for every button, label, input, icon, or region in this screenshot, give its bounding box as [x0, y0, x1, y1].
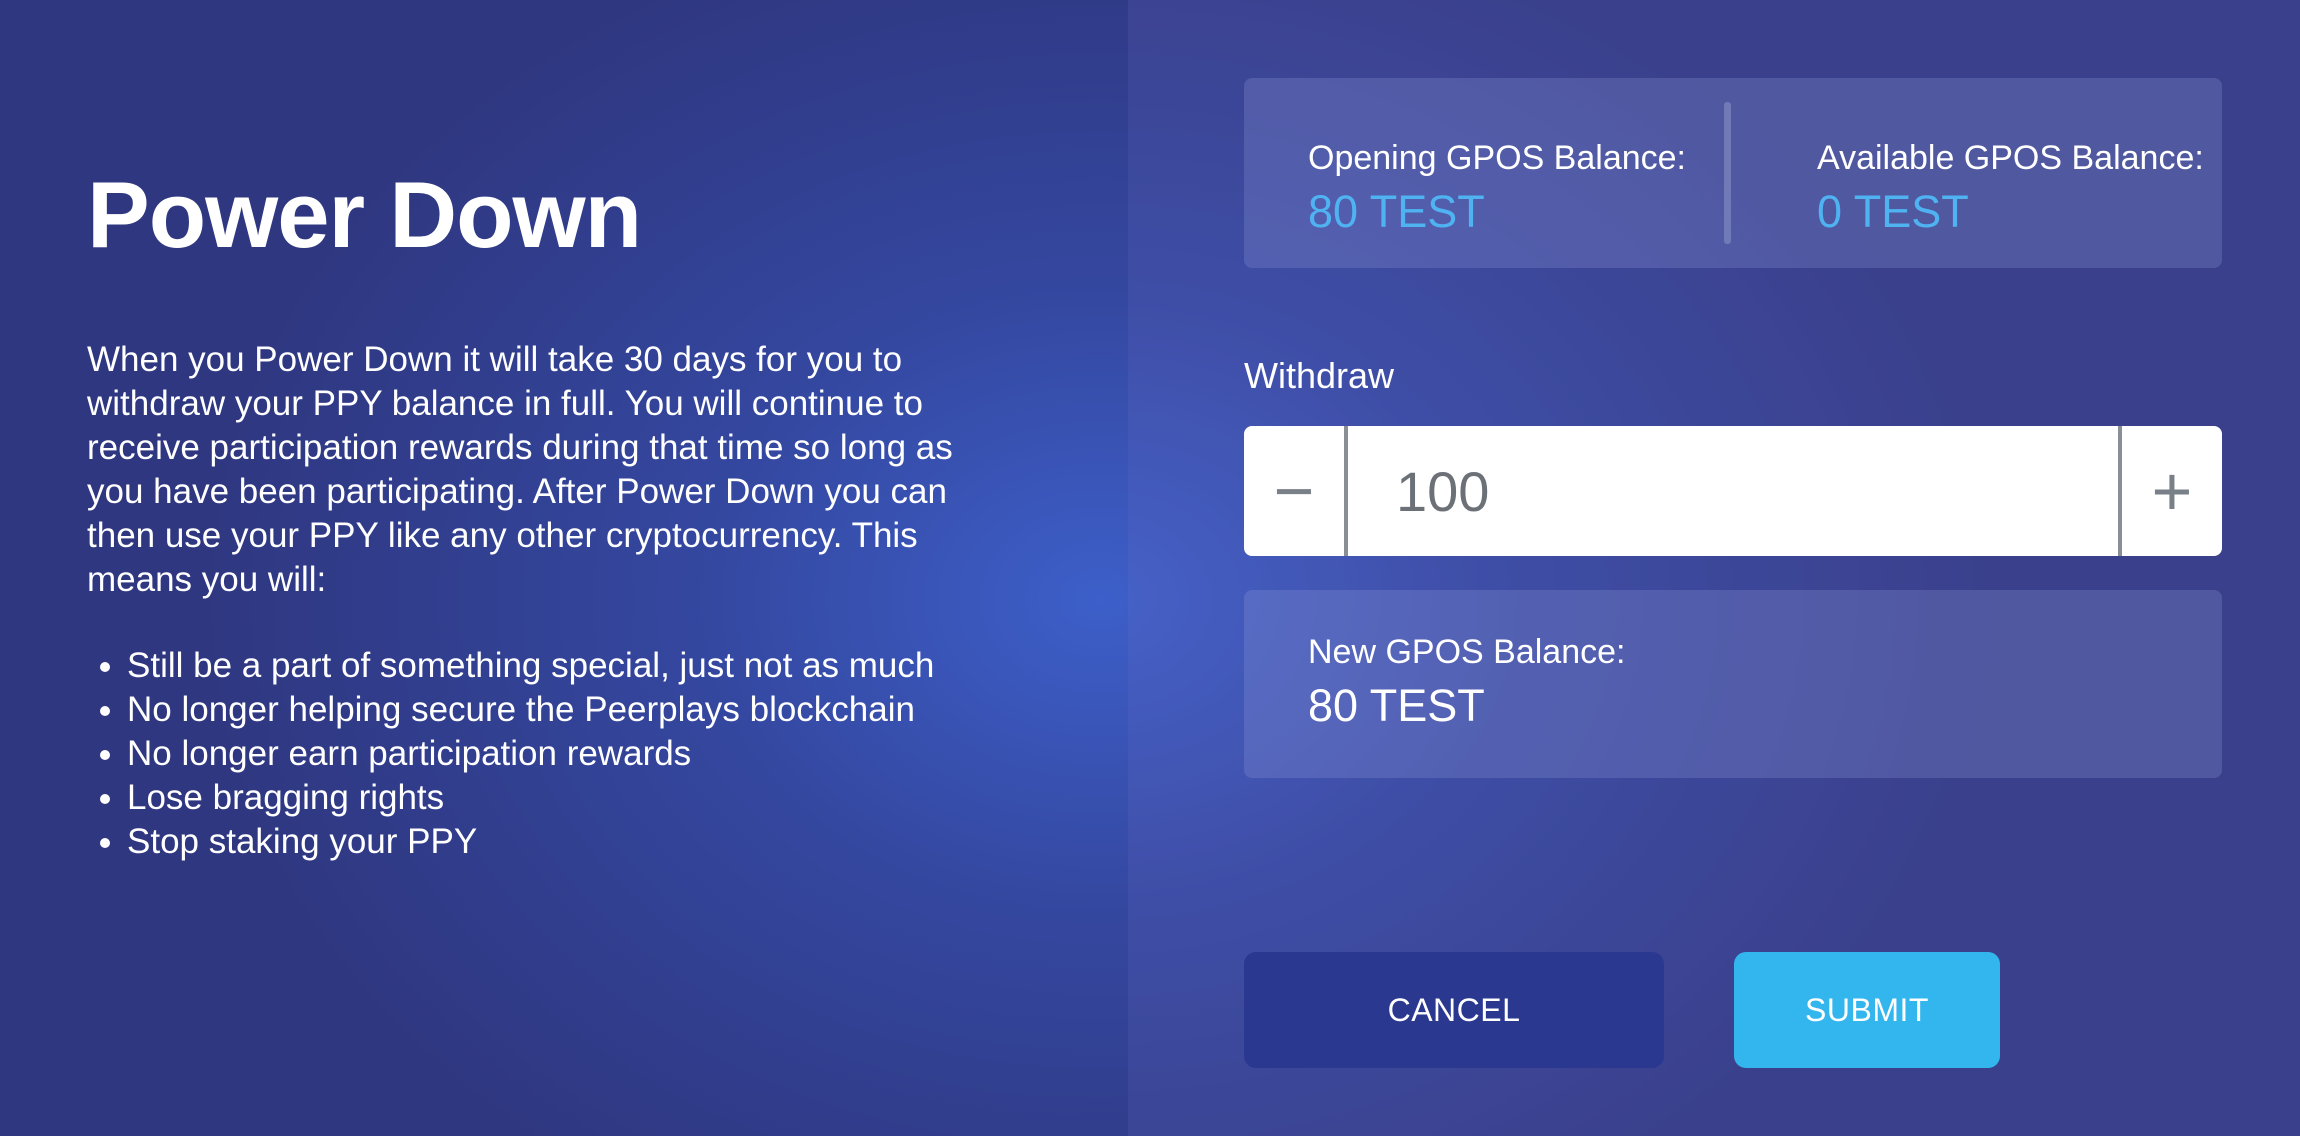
list-item: No longer earn participation rewards: [127, 732, 1007, 776]
list-item: No longer helping secure the Peerplays b…: [127, 688, 1007, 732]
page-title: Power Down: [87, 162, 642, 267]
withdraw-amount-input[interactable]: [1348, 426, 2118, 556]
balance-divider: [1724, 102, 1731, 244]
plus-icon: +: [2151, 452, 2193, 530]
minus-icon: −: [1273, 452, 1315, 530]
increment-button[interactable]: +: [2118, 426, 2222, 556]
available-balance-value: 0 TEST: [1817, 186, 1969, 237]
consequences-list: Still be a part of something special, ju…: [87, 644, 1007, 864]
withdraw-label: Withdraw: [1244, 355, 1395, 396]
new-balance-label: New GPOS Balance:: [1308, 633, 1626, 671]
new-balance-card: New GPOS Balance: 80 TEST: [1244, 590, 2222, 778]
opening-balance-value: 80 TEST: [1308, 186, 1485, 237]
list-item: Still be a part of something special, ju…: [127, 644, 1007, 688]
balance-summary-card: Opening GPOS Balance: 80 TEST Available …: [1244, 78, 2222, 268]
new-balance: New GPOS Balance: 80 TEST: [1308, 632, 1625, 734]
available-balance-label: Available GPOS Balance:: [1817, 139, 2204, 177]
cancel-button[interactable]: CANCEL: [1244, 952, 1664, 1068]
submit-button[interactable]: SUBMIT: [1734, 952, 2000, 1068]
opening-balance-label: Opening GPOS Balance:: [1308, 139, 1687, 177]
opening-balance: Opening GPOS Balance: 80 TEST: [1308, 138, 1686, 240]
list-item: Stop staking your PPY: [127, 820, 1007, 864]
description-text: When you Power Down it will take 30 days…: [87, 340, 953, 599]
available-balance: Available GPOS Balance: 0 TEST: [1817, 138, 2204, 240]
decrement-button[interactable]: −: [1244, 426, 1348, 556]
new-balance-value: 80 TEST: [1308, 680, 1485, 731]
list-item: Lose bragging rights: [127, 776, 1007, 820]
power-down-page: Power Down When you Power Down it will t…: [0, 0, 2300, 1136]
withdraw-stepper: − +: [1244, 426, 2222, 556]
